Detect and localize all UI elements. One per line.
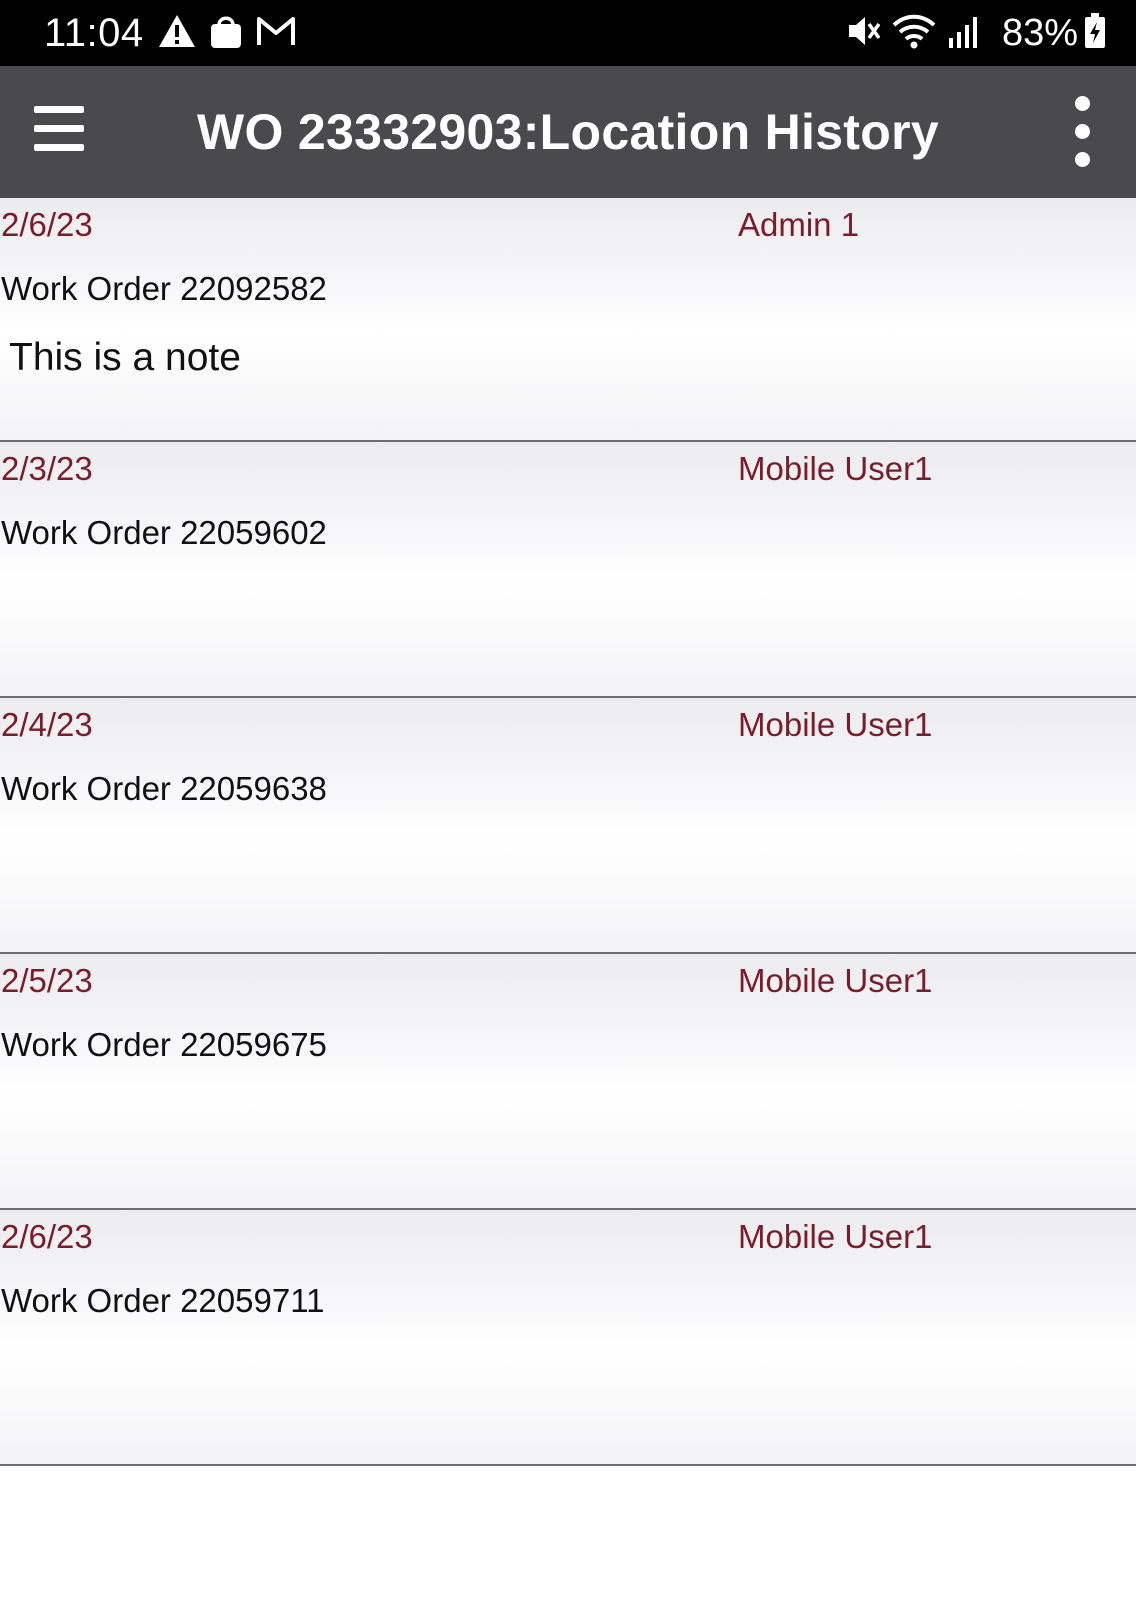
list-item[interactable]: 2/5/23 Mobile User1 Work Order 22059675 bbox=[0, 954, 1136, 1210]
work-order-label: Work Order 22059675 bbox=[1, 1026, 327, 1063]
battery-charging-icon bbox=[1084, 12, 1106, 54]
history-user: Mobile User1 bbox=[738, 450, 933, 487]
page-title: WO 23332903:Location History bbox=[197, 104, 939, 160]
work-order-label: Work Order 22059602 bbox=[1, 514, 327, 551]
clock: 11:04 bbox=[44, 10, 144, 55]
status-right: 83% bbox=[846, 0, 1106, 66]
history-date: 2/6/23 bbox=[1, 1218, 93, 1255]
history-date: 2/5/23 bbox=[1, 962, 93, 999]
work-order-label: Work Order 22059638 bbox=[1, 770, 327, 807]
list-item[interactable]: 2/3/23 Mobile User1 Work Order 22059602 bbox=[0, 442, 1136, 698]
gmail-icon bbox=[256, 15, 296, 52]
history-user: Mobile User1 bbox=[738, 962, 933, 999]
history-user: Admin 1 bbox=[738, 206, 860, 243]
history-user: Mobile User1 bbox=[738, 706, 933, 743]
work-order-label: Work Order 22092582 bbox=[1, 270, 327, 307]
wifi-icon bbox=[892, 13, 936, 54]
signal-icon bbox=[948, 14, 980, 53]
history-user: Mobile User1 bbox=[738, 1218, 933, 1255]
location-history-list: 2/6/23 Admin 1 Work Order 22092582 This … bbox=[0, 198, 1136, 1466]
mute-icon bbox=[846, 13, 881, 54]
history-date: 2/3/23 bbox=[1, 450, 93, 487]
history-note: This is a note bbox=[9, 336, 241, 379]
warning-icon bbox=[158, 14, 196, 53]
list-item[interactable]: 2/4/23 Mobile User1 Work Order 22059638 bbox=[0, 698, 1136, 954]
history-date: 2/4/23 bbox=[1, 706, 93, 743]
list-item[interactable]: 2/6/23 Admin 1 Work Order 22092582 This … bbox=[0, 198, 1136, 442]
more-options-icon[interactable] bbox=[1068, 96, 1098, 168]
battery-percentage: 83% bbox=[1001, 11, 1078, 54]
shopping-bag-icon bbox=[208, 13, 244, 54]
history-date: 2/6/23 bbox=[1, 206, 93, 243]
work-order-label: Work Order 22059711 bbox=[1, 1282, 325, 1319]
app-bar: WO 23332903:Location History bbox=[0, 66, 1136, 198]
status-left: 11:04 bbox=[44, 0, 308, 66]
status-bar: 11:04 83% bbox=[0, 0, 1136, 66]
list-item[interactable]: 2/6/23 Mobile User1 Work Order 22059711 bbox=[0, 1210, 1136, 1466]
